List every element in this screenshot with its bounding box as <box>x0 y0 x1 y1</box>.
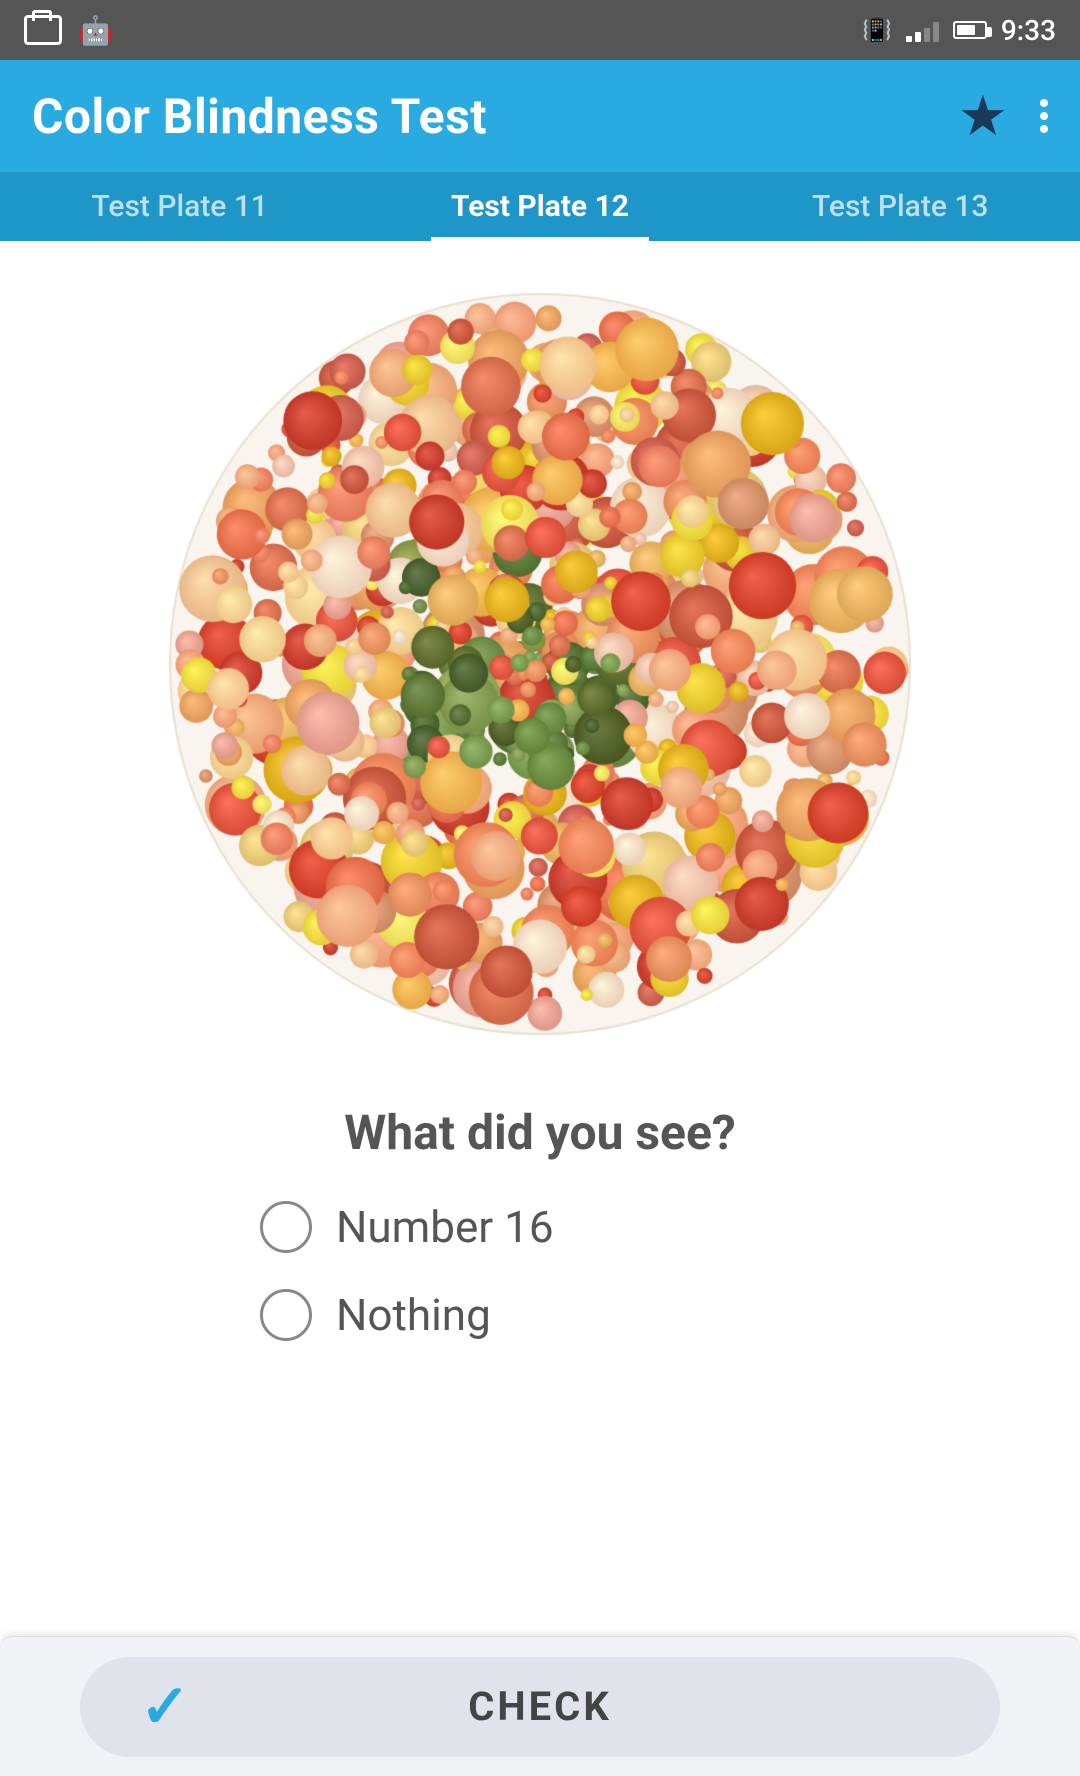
android-icon: 🤖 <box>78 14 113 47</box>
status-bar-left: 🤖 <box>24 14 113 47</box>
plate-canvas <box>150 274 930 1054</box>
option-nothing[interactable]: Nothing <box>260 1289 491 1341</box>
tab-plate-13[interactable]: Test Plate 13 <box>792 172 1008 241</box>
more-options-icon[interactable] <box>1040 99 1048 133</box>
check-tick-icon: ✓ <box>140 1671 190 1742</box>
star-icon[interactable]: ★ <box>958 83 1008 149</box>
options-container: Number 16 Nothing <box>0 1201 1080 1341</box>
option-nothing-label: Nothing <box>336 1289 491 1341</box>
battery-icon <box>953 21 987 39</box>
app-bar-actions: ★ <box>958 83 1048 149</box>
app-bar: Color Blindness Test ★ <box>0 60 1080 172</box>
check-label: CHECK <box>468 1683 612 1730</box>
app-title: Color Blindness Test <box>32 88 487 145</box>
status-bar-right: 📳 9:33 <box>862 14 1056 47</box>
check-button[interactable]: ✓ CHECK <box>80 1657 1000 1757</box>
option-number16[interactable]: Number 16 <box>260 1201 554 1253</box>
tab-plate-11[interactable]: Test Plate 11 <box>72 172 288 241</box>
option-number16-label: Number 16 <box>336 1201 554 1253</box>
screenshot-icon <box>24 15 62 45</box>
time-display: 9:33 <box>1001 14 1056 47</box>
question-text: What did you see? <box>344 1104 736 1161</box>
signal-icon <box>906 18 939 42</box>
ishihara-plate <box>150 274 930 1054</box>
radio-nothing[interactable] <box>260 1289 312 1341</box>
radio-number16[interactable] <box>260 1201 312 1253</box>
vibrate-icon: 📳 <box>862 16 892 44</box>
check-button-area: ✓ CHECK <box>0 1636 1080 1776</box>
main-content: What did you see? Number 16 Nothing <box>0 244 1080 1341</box>
tab-bar: Test Plate 11 Test Plate 12 Test Plate 1… <box>0 172 1080 244</box>
status-bar: 🤖 📳 9:33 <box>0 0 1080 60</box>
tab-plate-12[interactable]: Test Plate 12 <box>431 172 649 241</box>
